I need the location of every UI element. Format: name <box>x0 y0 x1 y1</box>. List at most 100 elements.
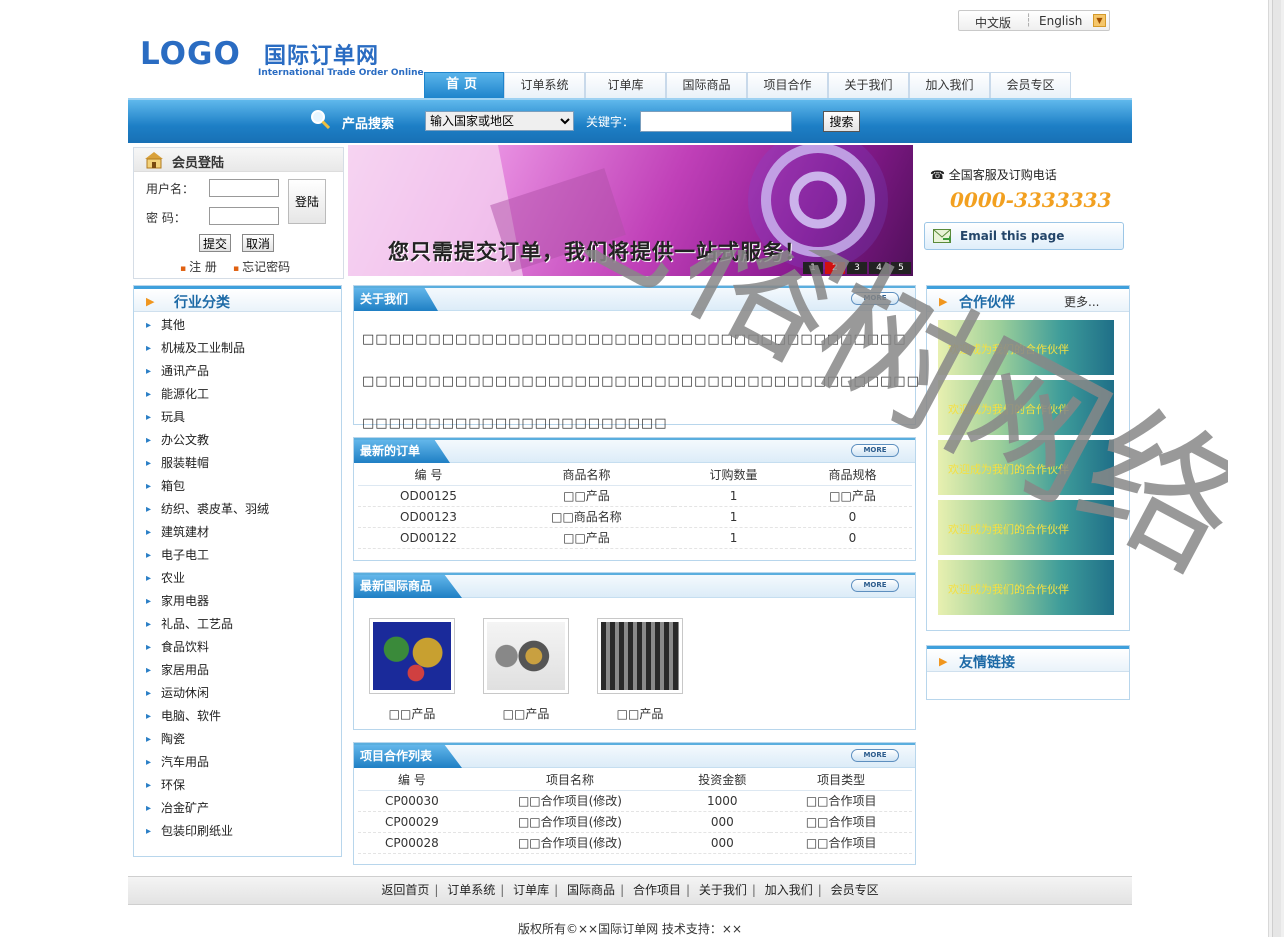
product-card[interactable]: □□产品 <box>597 618 683 722</box>
category-item[interactable]: 家居用品 <box>134 659 341 682</box>
footer-link-order-library[interactable]: 订单库 <box>513 883 549 897</box>
product-card[interactable]: □□产品 <box>369 618 455 722</box>
password-input[interactable] <box>209 207 279 225</box>
forgot-password-link[interactable]: ▪ 忘记密码 <box>233 258 290 275</box>
login-button[interactable]: 登陆 <box>288 179 326 224</box>
category-item[interactable]: 礼品、工艺品 <box>134 613 341 636</box>
nav-international-goods[interactable]: 国际商品 <box>666 72 747 98</box>
lang-english-link[interactable]: English <box>1039 14 1082 28</box>
category-item[interactable]: 冶金矿产 <box>134 797 341 820</box>
product-image-steel-bars[interactable] <box>597 618 683 694</box>
nav-project-cooperation[interactable]: 项目合作 <box>747 72 828 98</box>
table-row[interactable]: CP00028 □□合作项目(修改) 000 □□合作项目 <box>358 832 912 854</box>
orders-more-button[interactable]: MORE <box>851 444 899 457</box>
search-button[interactable]: 搜索 <box>823 111 860 132</box>
category-item[interactable]: 食品饮料 <box>134 636 341 659</box>
banner-page-5[interactable]: 5 <box>891 262 911 274</box>
product-name[interactable]: □□产品 <box>597 705 683 722</box>
nav-join-us[interactable]: 加入我们 <box>909 72 990 98</box>
chevron-down-icon[interactable]: ▼ <box>1093 14 1106 27</box>
category-item[interactable]: 玩具 <box>134 406 341 429</box>
category-item[interactable]: 纺织、裘皮革、羽绒 <box>134 498 341 521</box>
partners-more-link[interactable]: 更多... <box>1064 293 1099 310</box>
goods-more-button[interactable]: MORE <box>851 579 899 592</box>
banner-page-1[interactable]: 1 <box>803 262 823 274</box>
nav-about-us[interactable]: 关于我们 <box>828 72 909 98</box>
nav-order-system[interactable]: 订单系统 <box>504 72 585 98</box>
email-this-page-button[interactable]: Email this page <box>924 222 1124 250</box>
category-item[interactable]: 包装印刷纸业 <box>134 820 341 843</box>
partner-banner[interactable]: 欢迎成为我们的合作伙伴 <box>938 380 1114 435</box>
projects-more-button[interactable]: MORE <box>851 749 899 762</box>
table-row[interactable]: CP00029 □□合作项目(修改) 000 □□合作项目 <box>358 811 912 833</box>
project-name[interactable]: □□合作项目(修改) <box>465 832 675 854</box>
lang-chinese-link[interactable]: 中文版 <box>975 14 1011 31</box>
project-id[interactable]: CP00030 <box>358 790 466 812</box>
order-product[interactable]: □□产品 <box>498 485 675 507</box>
table-row[interactable]: CP00030 □□合作项目(修改) 1000 □□合作项目 <box>358 790 912 812</box>
category-item[interactable]: 陶瓷 <box>134 728 341 751</box>
region-select[interactable]: 输入国家或地区 <box>425 111 574 131</box>
category-item[interactable]: 办公文教 <box>134 429 341 452</box>
category-item[interactable]: 建筑建材 <box>134 521 341 544</box>
category-item[interactable]: 电子电工 <box>134 544 341 567</box>
partner-banner[interactable]: 欢迎成为我们的合作伙伴 <box>938 440 1114 495</box>
project-id[interactable]: CP00028 <box>358 832 466 854</box>
hero-banner[interactable]: 您只需提交订单，我们将提供一站式服务！ 1 2 3 4 5 <box>348 145 913 276</box>
language-switcher[interactable]: 中文版 ┆ English ▼ <box>958 10 1110 31</box>
keyword-input[interactable] <box>640 111 792 132</box>
scrollbar-thumb[interactable] <box>1272 0 1281 937</box>
about-more-button[interactable]: MORE <box>851 292 899 305</box>
category-item[interactable]: 能源化工 <box>134 383 341 406</box>
category-item[interactable]: 家用电器 <box>134 590 341 613</box>
table-row[interactable]: OD00123 □□商品名称 1 0 <box>358 506 912 528</box>
category-item[interactable]: 环保 <box>134 774 341 797</box>
order-id[interactable]: OD00123 <box>358 506 499 528</box>
banner-page-4[interactable]: 4 <box>869 262 889 274</box>
product-name[interactable]: □□产品 <box>483 705 569 722</box>
footer-link-member[interactable]: 会员专区 <box>831 883 879 897</box>
nav-member-zone[interactable]: 会员专区 <box>990 72 1071 98</box>
submit-button[interactable]: 提交 <box>199 234 232 252</box>
category-item[interactable]: 农业 <box>134 567 341 590</box>
partner-banner[interactable]: 欢迎成为我们的合作伙伴 <box>938 320 1114 375</box>
product-image-world-map[interactable] <box>369 618 455 694</box>
footer-link-projects[interactable]: 合作项目 <box>633 883 681 897</box>
category-item[interactable]: 运动休闲 <box>134 682 341 705</box>
category-item[interactable]: 机械及工业制品 <box>134 337 341 360</box>
banner-page-2[interactable]: 2 <box>825 262 845 274</box>
product-name[interactable]: □□产品 <box>369 705 455 722</box>
order-product[interactable]: □□产品 <box>498 527 675 549</box>
category-item[interactable]: 汽车用品 <box>134 751 341 774</box>
register-link[interactable]: ▪ 注 册 <box>180 258 217 275</box>
window-scrollbar[interactable] <box>1268 0 1284 937</box>
site-logo[interactable]: LOGO 国际订单网 International Trade Order Onl… <box>140 36 424 78</box>
category-item[interactable]: 电脑、软件 <box>134 705 341 728</box>
nav-order-library[interactable]: 订单库 <box>585 72 666 98</box>
category-item[interactable]: 其他 <box>134 314 341 337</box>
nav-home[interactable]: 首页 <box>424 72 504 98</box>
table-row[interactable]: OD00125 □□产品 1 □□产品 <box>358 485 912 507</box>
project-id[interactable]: CP00029 <box>358 811 466 833</box>
cancel-button[interactable]: 取消 <box>242 234 275 252</box>
category-item[interactable]: 通讯产品 <box>134 360 341 383</box>
product-card[interactable]: □□产品 <box>483 618 569 722</box>
project-name[interactable]: □□合作项目(修改) <box>465 790 675 812</box>
footer-link-about[interactable]: 关于我们 <box>699 883 747 897</box>
footer-link-order-system[interactable]: 订单系统 <box>447 883 495 897</box>
project-name[interactable]: □□合作项目(修改) <box>465 811 675 833</box>
product-image-bearing[interactable] <box>483 618 569 694</box>
footer-link-join[interactable]: 加入我们 <box>765 883 813 897</box>
banner-page-3[interactable]: 3 <box>847 262 867 274</box>
partner-banner[interactable]: 欢迎成为我们的合作伙伴 <box>938 500 1114 555</box>
order-product[interactable]: □□商品名称 <box>498 506 675 528</box>
category-item[interactable]: 服装鞋帽 <box>134 452 341 475</box>
username-input[interactable] <box>209 179 279 197</box>
table-row[interactable]: OD00122 □□产品 1 0 <box>358 527 912 549</box>
category-item[interactable]: 箱包 <box>134 475 341 498</box>
partner-banner[interactable]: 欢迎成为我们的合作伙伴 <box>938 560 1114 615</box>
footer-link-international-goods[interactable]: 国际商品 <box>567 883 615 897</box>
footer-link-home[interactable]: 返回首页 <box>381 883 429 897</box>
order-id[interactable]: OD00122 <box>358 527 499 549</box>
order-id[interactable]: OD00125 <box>358 485 499 507</box>
